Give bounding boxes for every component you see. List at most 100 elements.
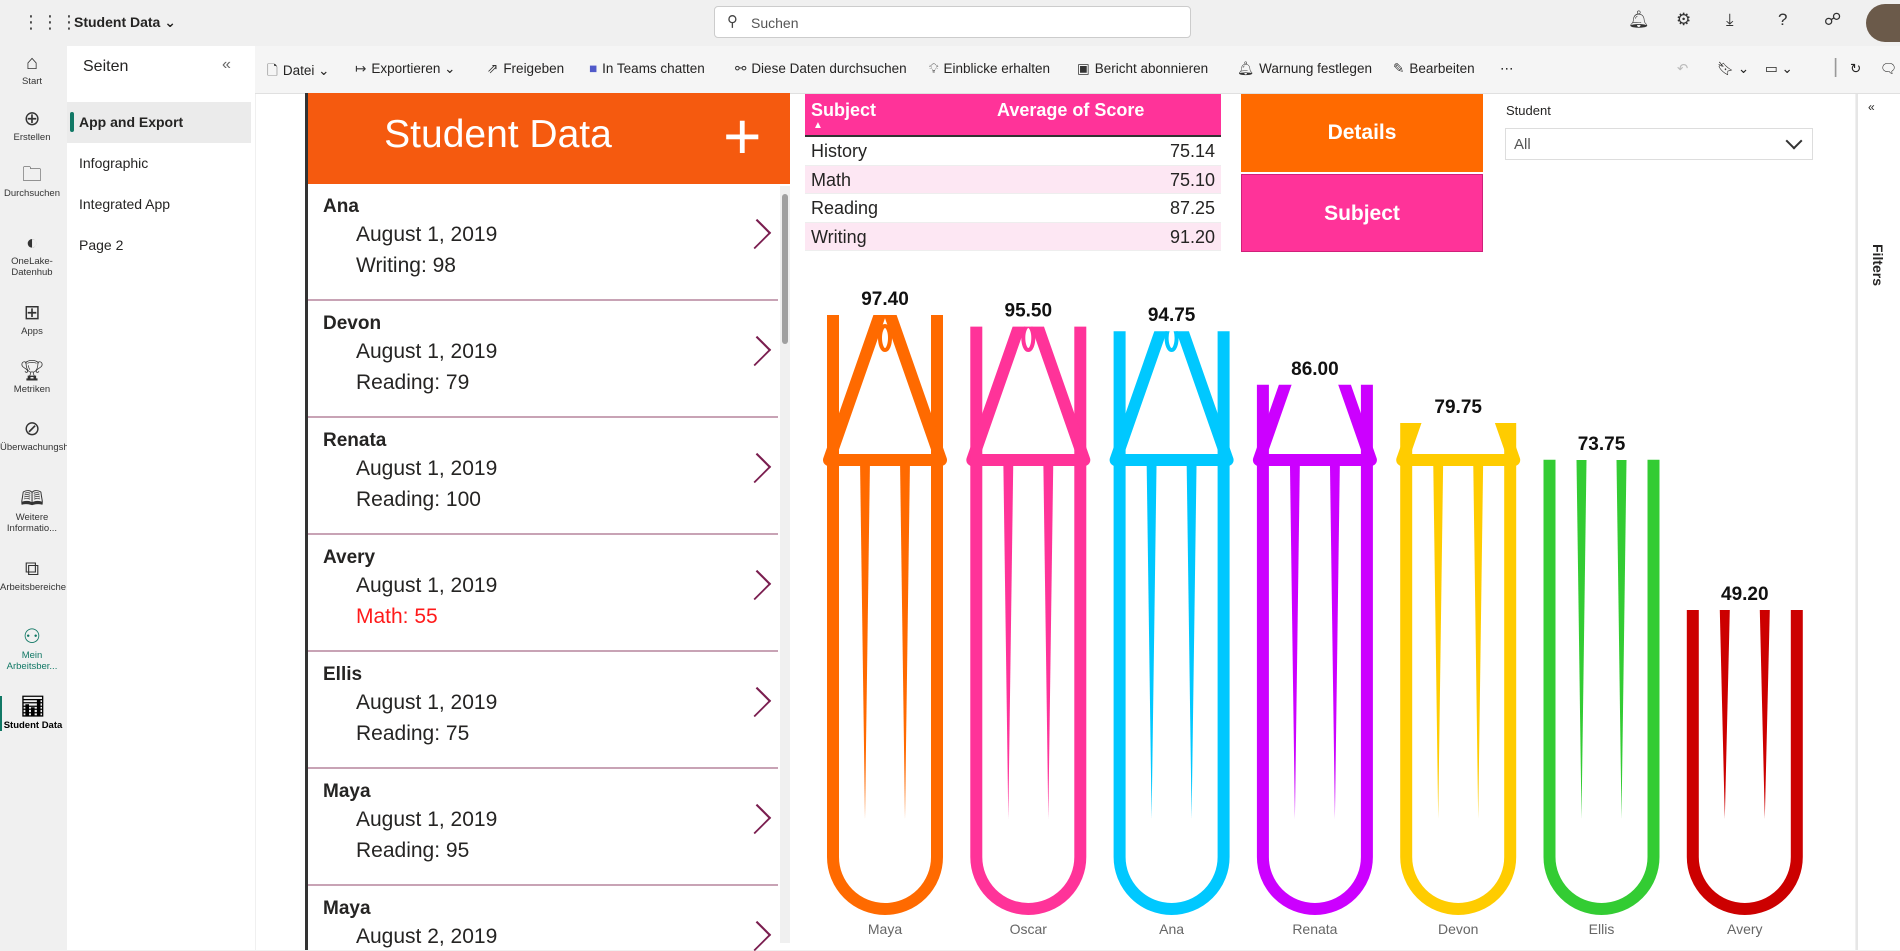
chevron-right-icon[interactable] bbox=[741, 219, 771, 249]
nav-home[interactable]: ⌂Start bbox=[0, 52, 64, 87]
list-item[interactable]: RenataAugust 1, 2019Reading: 100 bbox=[308, 418, 778, 535]
data-label: 79.75 bbox=[1434, 397, 1482, 418]
nav-rail: ⌂Start ⊕Erstellen 🗀Durchsuchen ◐OneLake-Dat… bbox=[0, 46, 66, 950]
pencil-groove bbox=[1043, 460, 1053, 819]
set-alert-button[interactable]: 🔔︎Warnung festlegen bbox=[1237, 61, 1372, 77]
comment-icon[interactable]: 🗨︎ bbox=[1880, 61, 1897, 77]
file-menu[interactable]: 🗋Datei ⌄ bbox=[267, 61, 329, 84]
edit-button[interactable]: ✎ Bearbeiten bbox=[1393, 61, 1475, 77]
refresh-icon[interactable]: ↻ bbox=[1850, 61, 1861, 77]
scroll-thumb[interactable] bbox=[782, 194, 788, 344]
more-icon[interactable]: ⋯ bbox=[1500, 61, 1514, 77]
app-launcher-icon[interactable]: ⋮⋮⋮ bbox=[22, 12, 79, 33]
pencil-bar[interactable]: 79.75Devon bbox=[1400, 300, 1516, 937]
share-icon[interactable]: ☍ bbox=[1824, 10, 1841, 30]
data-label: 49.20 bbox=[1721, 584, 1769, 605]
pencil-lead bbox=[1023, 326, 1033, 350]
share-button[interactable]: ⇗Freigeben bbox=[487, 61, 564, 77]
expand-icon[interactable]: « bbox=[1868, 100, 1875, 114]
undo-icon[interactable]: ↶ bbox=[1677, 61, 1688, 77]
pencil-bar[interactable]: 95.50Oscar bbox=[970, 300, 1086, 937]
chevron-right-icon[interactable] bbox=[741, 687, 771, 717]
help-icon[interactable]: ? bbox=[1778, 10, 1787, 30]
toolbar: 🗋Datei ⌄ ↦Exportieren ⌄ ⇗Freigeben ■In T… bbox=[255, 46, 1900, 94]
label: Freigeben bbox=[503, 61, 564, 76]
student-name: Ana bbox=[323, 196, 359, 218]
insights-button[interactable]: 💡︎Einblicke erhalten bbox=[929, 61, 1050, 77]
pencil-groove bbox=[900, 460, 910, 819]
pencil-bar[interactable]: 94.75Ana bbox=[1114, 300, 1230, 937]
category-label: Maya bbox=[868, 921, 902, 937]
pencil-lead bbox=[1453, 326, 1463, 350]
chevron-right-icon[interactable] bbox=[741, 453, 771, 483]
page-tab[interactable]: Page 2 bbox=[67, 225, 251, 266]
pencil-bar[interactable]: 97.40Maya bbox=[827, 289, 943, 937]
file-icon: 🗋 bbox=[267, 63, 278, 78]
header-average[interactable]: Average of Score bbox=[997, 100, 1144, 121]
pencil-bar[interactable]: 49.20Avery bbox=[1693, 584, 1797, 937]
list-item[interactable]: AnaAugust 1, 2019Writing: 98 bbox=[308, 184, 778, 301]
nav-label: Mein Arbeitsber... bbox=[7, 650, 58, 672]
avatar[interactable] bbox=[1866, 4, 1900, 42]
score: Reading: 79 bbox=[356, 371, 469, 395]
search-input[interactable]: ⚲ Suchen bbox=[714, 6, 1191, 38]
report-title-dropdown[interactable]: Student Data ⌄ bbox=[74, 14, 176, 31]
chevron-right-icon[interactable] bbox=[741, 921, 771, 951]
nav-monitor[interactable]: ⊘Überwachungshub bbox=[0, 418, 64, 453]
export-icon: ↦ bbox=[355, 61, 366, 76]
pencil-groove bbox=[1003, 460, 1013, 819]
cell-average: 75.10 bbox=[1170, 170, 1215, 191]
nav-label: Arbeitsbereiche bbox=[0, 582, 66, 593]
page-tab[interactable]: Integrated App bbox=[67, 184, 251, 225]
nav-book[interactable]: 🕮Weitere Informatio... bbox=[0, 488, 64, 534]
score: Reading: 75 bbox=[356, 722, 469, 746]
teams-chat-button[interactable]: ■In Teams chatten bbox=[589, 61, 705, 76]
pencil-chart: 97.40Maya95.50Oscar94.75Ana86.00Renata79… bbox=[800, 280, 1850, 950]
pencil-bar[interactable]: 86.00Renata bbox=[1257, 300, 1373, 937]
gear-icon[interactable]: ⚙ bbox=[1676, 10, 1691, 30]
subscribe-button[interactable]: ▣Bericht abonnieren bbox=[1077, 61, 1208, 77]
list-item[interactable]: MayaAugust 1, 2019Reading: 95 bbox=[308, 769, 778, 886]
cell-average: 87.25 bbox=[1170, 198, 1215, 219]
nav-workspaces[interactable]: ⧉Arbeitsbereiche bbox=[0, 558, 64, 593]
student-slicer-dropdown[interactable]: All bbox=[1505, 128, 1813, 160]
nav-apps[interactable]: ⊞Apps bbox=[0, 302, 64, 337]
export-menu[interactable]: ↦Exportieren ⌄ bbox=[355, 61, 455, 77]
chevron-right-icon[interactable] bbox=[741, 804, 771, 834]
list-item[interactable]: AveryAugust 1, 2019Math: 55 bbox=[308, 535, 778, 652]
list-item[interactable]: DevonAugust 1, 2019Reading: 79 bbox=[308, 301, 778, 418]
nav-folder[interactable]: 🗀Durchsuchen bbox=[0, 164, 64, 199]
chevron-right-icon[interactable] bbox=[741, 336, 771, 366]
pencil-bar[interactable]: 73.75Ellis bbox=[1550, 434, 1654, 937]
date: August 1, 2019 bbox=[356, 223, 497, 247]
scrollbar[interactable] bbox=[780, 186, 790, 943]
book-icon: 🕮 bbox=[0, 488, 64, 510]
nav-report[interactable]: 📊︎Student Data bbox=[0, 696, 64, 731]
list-item[interactable]: MayaAugust 2, 2019 bbox=[308, 886, 778, 950]
header-subject[interactable]: Subject bbox=[811, 100, 876, 121]
add-icon[interactable]: + bbox=[723, 91, 762, 181]
subject-button[interactable]: Subject bbox=[1241, 174, 1483, 252]
nav-onelake[interactable]: ◐OneLake-Datenhub bbox=[0, 232, 64, 278]
download-icon[interactable]: ⤓ bbox=[1726, 10, 1734, 30]
details-button[interactable]: Details bbox=[1241, 94, 1483, 172]
nav-plus-circle[interactable]: ⊕Erstellen bbox=[0, 108, 64, 143]
bookmark-icon[interactable]: 🔖︎ ⌄ bbox=[1717, 61, 1749, 77]
label: Exportieren bbox=[371, 61, 440, 76]
page-tab[interactable]: Infographic bbox=[67, 143, 251, 184]
list-item[interactable]: EllisAugust 1, 2019Reading: 75 bbox=[308, 652, 778, 769]
view-icon[interactable]: ▭ ⌄ bbox=[1765, 61, 1793, 77]
pencil-groove bbox=[1187, 460, 1197, 819]
explore-data-button[interactable]: ⚯Diese Daten durchsuchen bbox=[735, 61, 907, 77]
collapse-icon[interactable]: « bbox=[222, 56, 231, 74]
nav-trophy[interactable]: 🏆︎Metriken bbox=[0, 360, 64, 395]
chevron-right-icon[interactable] bbox=[741, 570, 771, 600]
bell-icon[interactable]: 🔔︎ bbox=[1628, 10, 1650, 30]
pencil-icon: ✎ bbox=[1393, 61, 1404, 76]
filters-label: Filters bbox=[1870, 244, 1886, 286]
nav-person[interactable]: ⚇Mein Arbeitsber... bbox=[0, 626, 64, 672]
page-tab[interactable]: App and Export bbox=[67, 102, 251, 143]
filters-pane[interactable]: « Filters bbox=[1856, 94, 1900, 950]
label: Diese Daten durchsuchen bbox=[751, 61, 906, 76]
label: Bearbeiten bbox=[1409, 61, 1474, 76]
